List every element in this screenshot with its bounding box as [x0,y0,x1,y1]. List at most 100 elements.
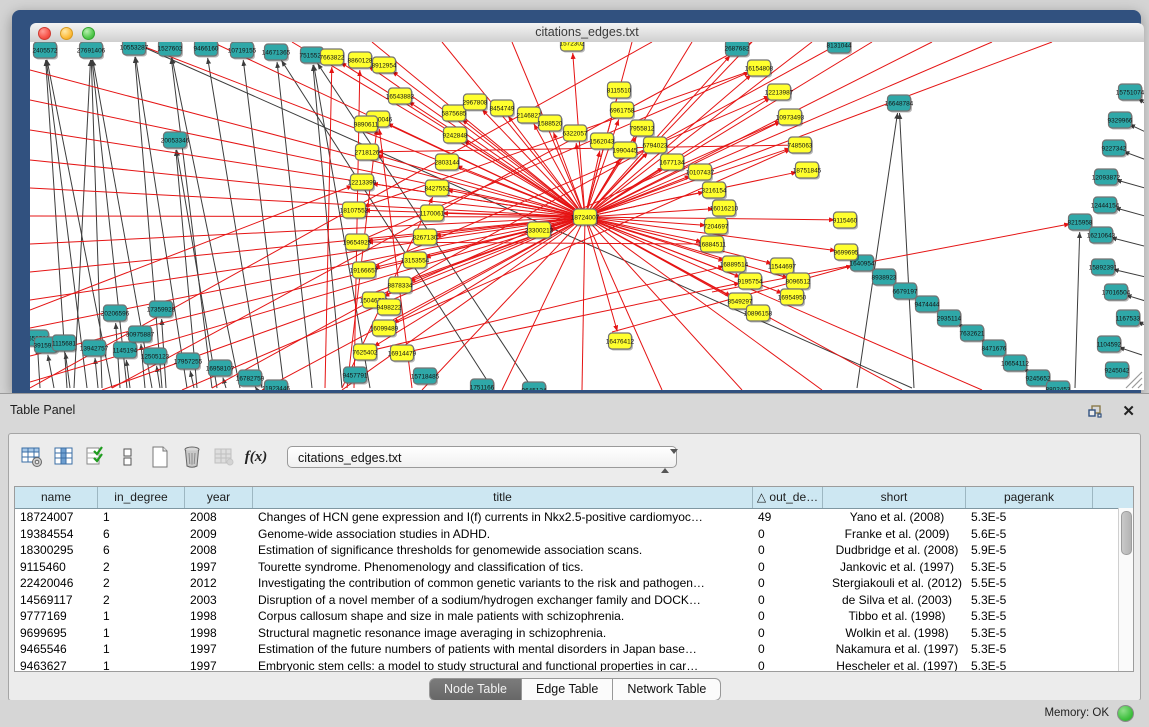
table-cell[interactable]: Wolkin et al. (1998) [823,625,966,642]
table-row[interactable]: 946362711997Embryonic stem cells: a mode… [15,658,1133,673]
table-row[interactable]: 946554611997Estimation of the future num… [15,641,1133,658]
graph-node[interactable]: 10553287 [120,42,149,57]
table-cell[interactable]: 5.3E-5 [966,658,1093,673]
graph-node-selected[interactable]: 6322057 [563,125,588,143]
table-cell[interactable]: 1 [98,625,185,642]
network-canvas[interactable]: 2405572276914061055328715276029466160107… [30,42,1144,390]
graph-node-selected[interactable]: 3216154 [702,182,727,200]
table-cell[interactable]: 0 [753,625,823,642]
graph-node-selected[interactable]: 8096512 [786,273,811,291]
column-header-in_degree[interactable]: in_degree [98,487,185,508]
graph-node[interactable]: 9457791 [343,367,368,385]
memory-status-indicator-icon[interactable] [1117,705,1134,722]
graph-node[interactable]: 14671365 [262,44,291,62]
column-header-year[interactable]: year [185,487,253,508]
table-cell[interactable]: 2 [98,559,185,576]
table-cell[interactable]: de Silva et al. (2003) [823,592,966,609]
graph-node-selected[interactable]: 19654925 [343,234,372,252]
graph-node[interactable]: 9329966 [1108,112,1133,130]
table-cell[interactable]: 0 [753,575,823,592]
graph-node-selected[interactable]: 10896158 [744,305,773,323]
graph-node-selected[interactable]: 19166657 [350,262,379,280]
float-panel-icon[interactable] [1088,405,1103,418]
graph-node-selected[interactable]: 9115460 [833,212,858,230]
table-row[interactable]: 1872400712008Changes of HCN gene express… [15,509,1133,526]
graph-node-selected[interactable]: 23300213 [525,222,554,240]
table-cell[interactable]: 9465546 [15,641,98,658]
graph-node-selected[interactable]: 12213399 [348,174,377,192]
table-cell[interactable]: Corpus callosum shape and size in male p… [253,608,753,625]
table-cell[interactable]: Nakamura et al. (1997) [823,641,966,658]
graph-node[interactable]: 9645124 [522,382,547,390]
table-cell[interactable]: 0 [753,641,823,658]
table-cell[interactable]: 5.9E-5 [966,542,1093,559]
table-cell[interactable]: 14569117 [15,592,98,609]
graph-node[interactable]: 16648784 [885,95,914,113]
table-cell[interactable]: 5.5E-5 [966,575,1093,592]
table-cell[interactable]: Stergiakouli et al. (2012) [823,575,966,592]
table-cell[interactable]: 5.6E-5 [966,526,1093,543]
table-cell[interactable]: 9115460 [15,559,98,576]
graph-node[interactable]: 15718485 [411,368,440,386]
table-cell[interactable]: 0 [753,592,823,609]
table-cell[interactable]: Hescheler et al. (1997) [823,658,966,673]
table-cell[interactable]: Structural magnetic resonance image aver… [253,625,753,642]
graph-node[interactable]: 13942757 [80,340,109,358]
graph-node-selected[interactable]: 10107437 [686,164,715,182]
table-cell[interactable]: 2009 [185,526,253,543]
table-cell[interactable]: 1 [98,658,185,673]
graph-node[interactable]: 17359928 [147,301,176,319]
graph-node-selected[interactable]: 9195754 [738,273,763,291]
table-row[interactable]: 1830029562008Estimation of significance … [15,542,1133,559]
table-cell[interactable]: 1 [98,641,185,658]
graph-node[interactable]: 20053346 [161,132,190,150]
graph-node[interactable]: 12505123 [141,348,170,366]
scrollbar-thumb[interactable] [1121,511,1132,555]
table-cell[interactable]: Genome-wide association studies in ADHD. [253,526,753,543]
graph-node[interactable]: 12093872 [1092,169,1121,187]
graph-node[interactable]: 15751074 [1116,84,1144,102]
graph-node-selected[interactable]: 1990445 [613,142,638,160]
table-select-dropdown[interactable]: citations_edges.txt [287,446,677,468]
graph-node-selected[interactable]: 13153554 [401,252,430,270]
graph-node[interactable]: 2687682 [725,42,750,58]
graph-node-selected[interactable]: 6794023 [643,137,668,155]
graph-node[interactable]: 10719155 [228,42,257,60]
table-cell[interactable]: 1998 [185,608,253,625]
graph-node-selected[interactable]: 8860128 [348,52,373,70]
graph-node[interactable]: 1751166 [470,379,495,390]
delete-column-icon[interactable] [179,444,205,470]
graph-node-selected[interactable]: 16954950 [778,289,807,307]
graph-node[interactable]: 16958107 [206,360,235,378]
table-cell[interactable]: 5.3E-5 [966,592,1093,609]
table-cell[interactable]: 2008 [185,542,253,559]
network-window-titlebar[interactable]: citations_edges.txt [30,23,1144,43]
column-header-title[interactable]: title [253,487,753,508]
graph-node[interactable]: 16210643 [1087,227,1116,245]
table-cell[interactable]: Tourette syndrome. Phenomenology and cla… [253,559,753,576]
tab-network-table[interactable]: Network Table [613,678,721,701]
table-cell[interactable]: 9463627 [15,658,98,673]
clear-table-icon[interactable] [211,444,237,470]
table-row[interactable]: 969969511998Structural magnetic resonanc… [15,625,1133,642]
graph-node[interactable]: 9466160 [194,42,219,58]
table-cell[interactable]: 6 [98,526,185,543]
create-column-icon[interactable] [147,444,173,470]
table-cell[interactable]: 18724007 [15,509,98,526]
graph-node[interactable]: 11923446 [262,380,290,390]
graph-node[interactable]: 8802453 [1046,381,1071,390]
function-builder-icon[interactable]: f(x) [243,444,269,470]
graph-node-selected[interactable]: 18724007 [571,209,600,227]
graph-node-selected[interactable]: 8454749 [490,100,515,118]
table-row[interactable]: 1938455462009Genome-wide association stu… [15,526,1133,543]
table-cell[interactable]: 2012 [185,575,253,592]
graph-node[interactable]: 17957255 [174,353,203,371]
graph-node-selected[interactable]: 9498222 [377,299,402,317]
graph-node[interactable]: 1145194 [113,342,138,360]
table-cell[interactable]: 2003 [185,592,253,609]
graph-node-selected[interactable]: 16914479 [388,345,417,363]
show-columns-icon[interactable] [51,444,77,470]
table-cell[interactable]: 5.3E-5 [966,559,1093,576]
table-cell[interactable]: 2 [98,575,185,592]
graph-node[interactable]: 30975887 [126,326,155,344]
